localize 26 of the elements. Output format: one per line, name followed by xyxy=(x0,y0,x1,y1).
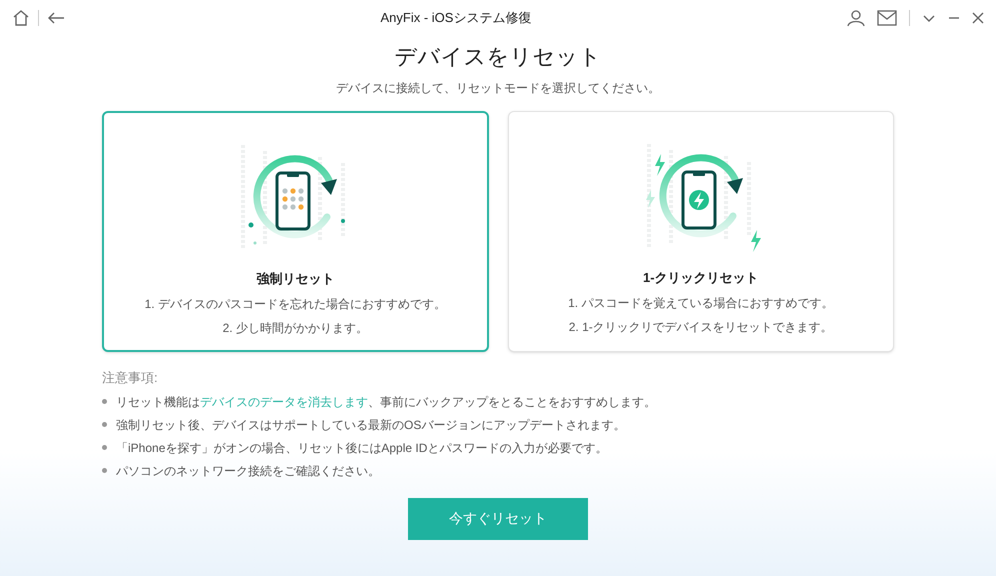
note-text: 「iPhoneを探す」がオンの場合、リセット後にはApple IDとパスワードの入力が必要です。 xyxy=(116,440,608,456)
note-text: リセット機能はデバイスのデータを消去します、事前にバックアップをとることをおすすめします。 xyxy=(116,394,656,410)
window-title: AnyFix - iOSシステム修復 xyxy=(380,9,532,28)
dropdown-icon[interactable] xyxy=(922,13,936,23)
mode-title: 強制リセット xyxy=(256,270,334,288)
mode-description: 2. 1-クリックリでデバイスをリセットできます。 xyxy=(568,318,833,336)
bullet-icon xyxy=(102,422,107,427)
mode-description: 2. 少し時間がかかります。 xyxy=(222,320,368,336)
notes-title: 注意事項: xyxy=(102,369,159,387)
note-text: 強制リセット後、デバイスはサポートしている最新のOSバージョンにアップデートされます。 xyxy=(116,416,626,434)
home-icon[interactable] xyxy=(12,9,30,27)
note-text: パソコンのネットワーク接続をご確認ください。 xyxy=(116,462,380,480)
close-icon[interactable] xyxy=(972,12,984,24)
reset-mode-card[interactable]: 1-クリックリセット 1. パスコードを覚えている場合におすすめです。 2. 1-クリックリでデバイスをリセットできます。 xyxy=(508,111,894,352)
back-arrow-icon[interactable] xyxy=(47,11,65,25)
mode-description: 1. デバイスのパスコードを忘れた場合におすすめです。 xyxy=(144,296,446,312)
bullet-icon xyxy=(102,399,107,404)
bullet-icon xyxy=(102,445,107,450)
bullet-icon xyxy=(102,468,107,473)
mail-icon[interactable] xyxy=(877,10,897,26)
mode-description: 1. パスコードを覚えている場合におすすめです。 xyxy=(568,294,834,312)
mode-title: 1-クリックリセット xyxy=(642,269,759,287)
page-subheading: デバイスに接続して、リセットモードを選択してください。 xyxy=(336,80,660,97)
reset-mode-card[interactable]: 強制リセット 1. デバイスのパスコードを忘れた場合におすすめです。 2. 少し時間がかかります。 xyxy=(102,111,488,352)
page-heading: デバイスをリセット xyxy=(394,43,602,71)
user-icon[interactable] xyxy=(847,9,865,27)
